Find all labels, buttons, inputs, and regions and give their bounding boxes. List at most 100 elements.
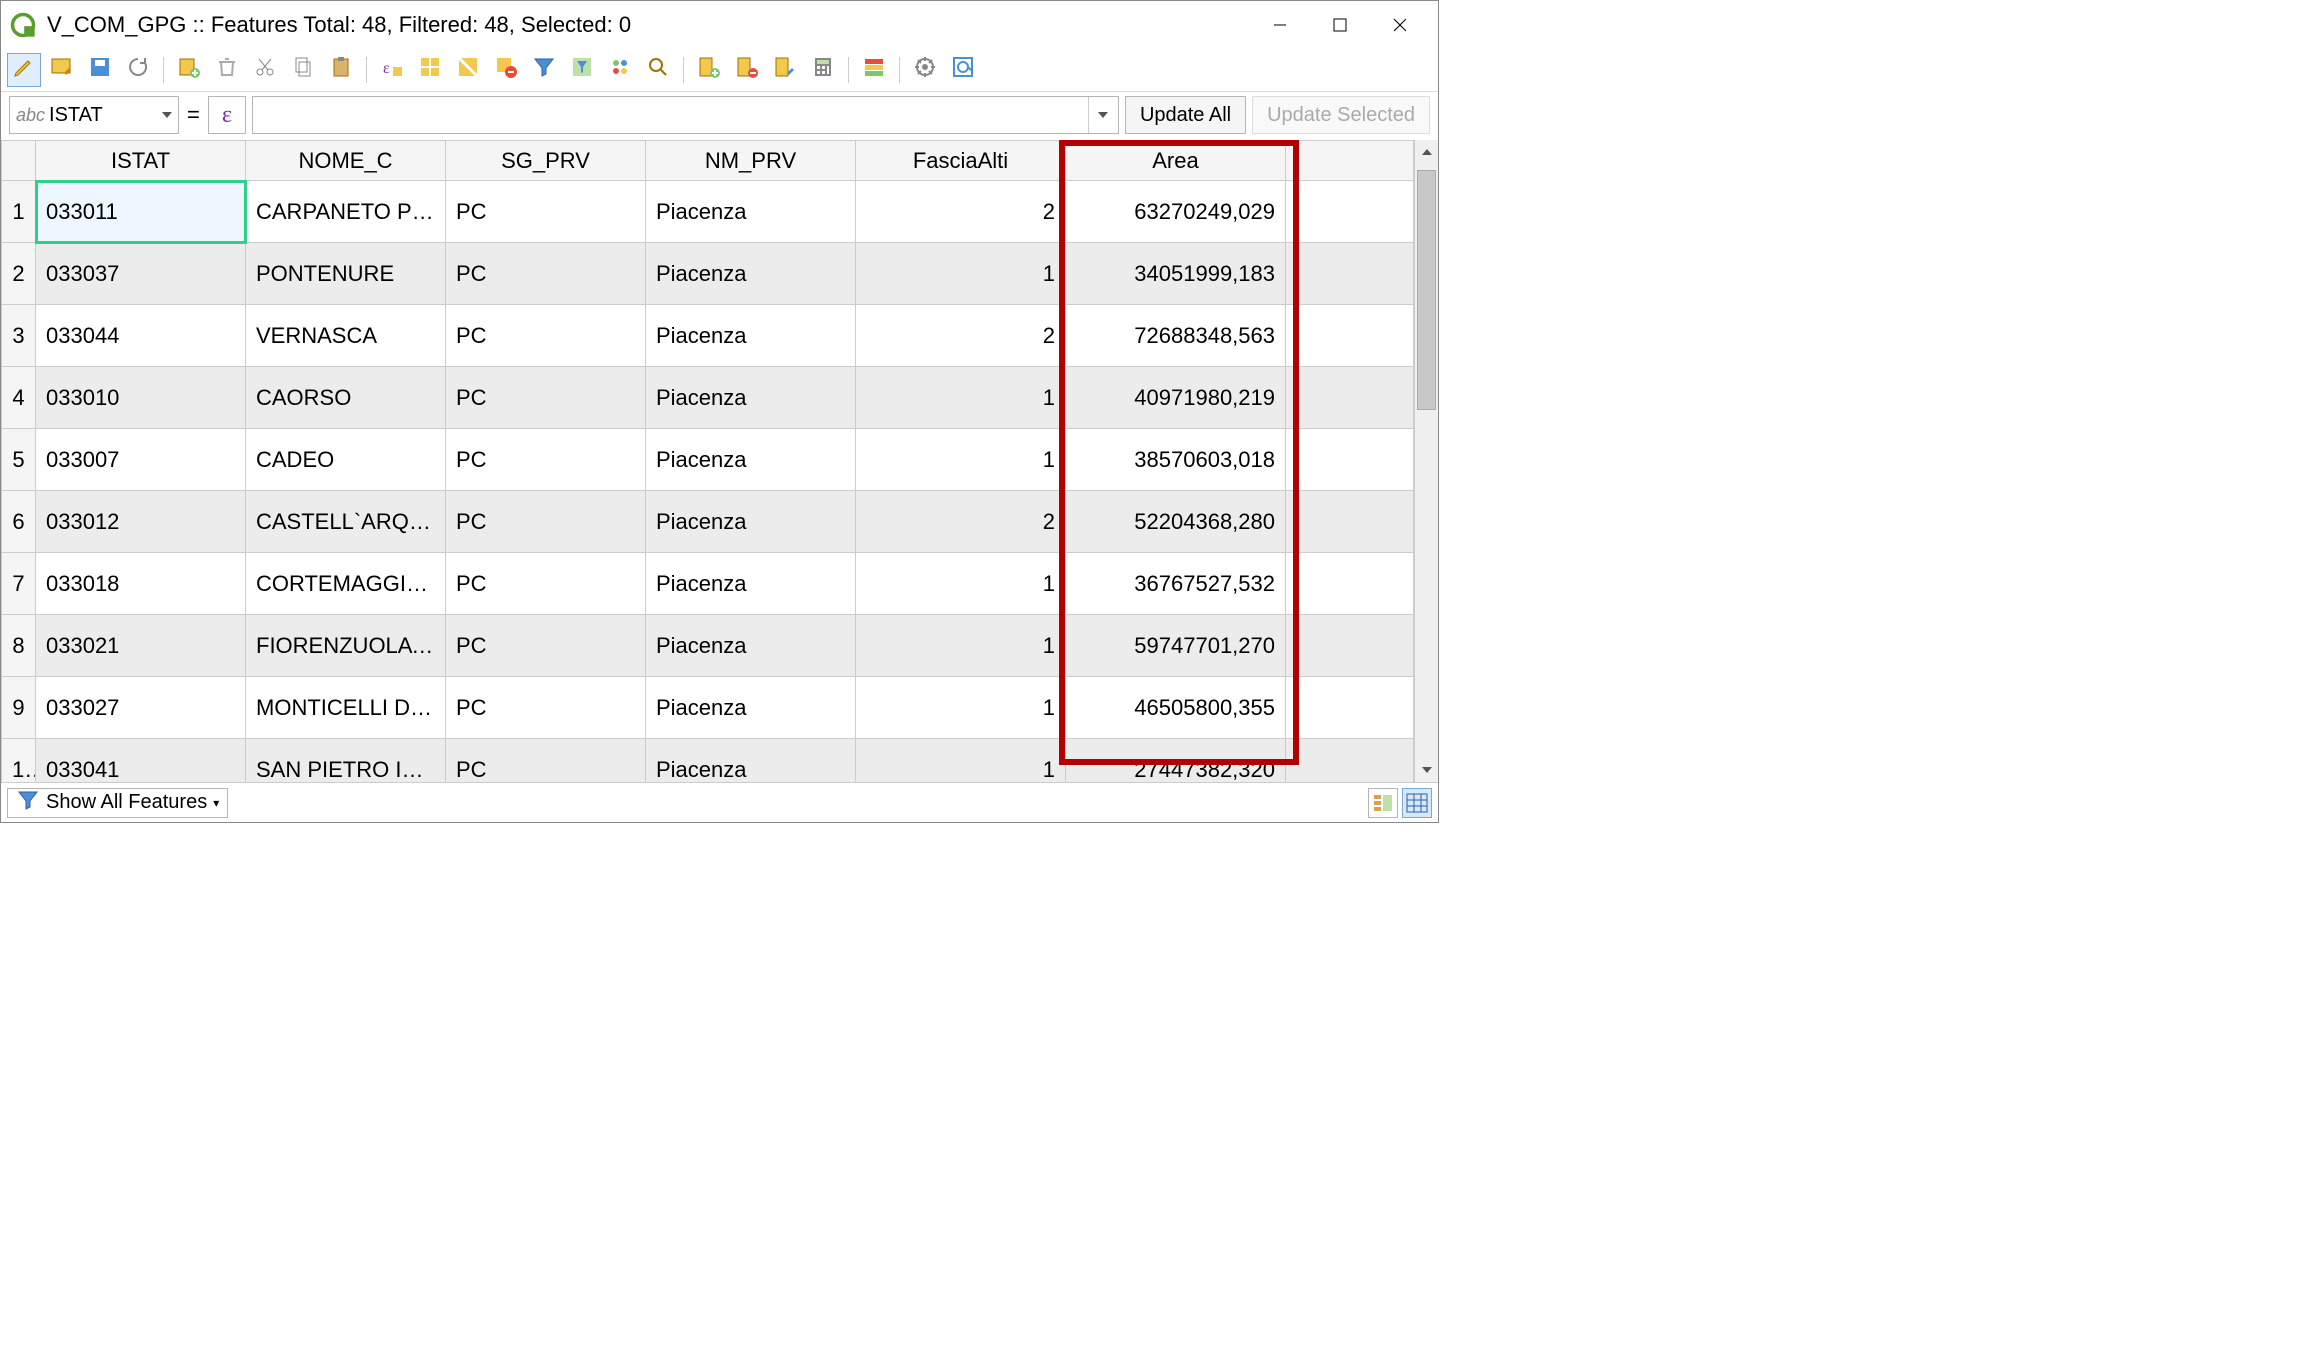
cell-fascia[interactable]: 2 (856, 491, 1066, 553)
cell-fascia[interactable]: 1 (856, 739, 1066, 783)
row-number-cell[interactable]: 10 (2, 739, 36, 783)
cell-fascia[interactable]: 1 (856, 553, 1066, 615)
table-row[interactable]: 4033010CAORSOPCPiacenza140971980,219 (2, 367, 1414, 429)
cell-sg-prv[interactable]: PC (446, 615, 646, 677)
cell-nm-prv[interactable]: Piacenza (646, 677, 856, 739)
cell-nome-c[interactable]: CORTEMAGGIO... (246, 553, 446, 615)
cell-fascia[interactable]: 1 (856, 677, 1066, 739)
row-number-cell[interactable]: 4 (2, 367, 36, 429)
new-feature-button[interactable] (172, 53, 206, 87)
cell-nome-c[interactable]: CAORSO (246, 367, 446, 429)
cell-sg-prv[interactable]: PC (446, 305, 646, 367)
scroll-up-button[interactable] (1415, 140, 1438, 164)
show-all-features-button[interactable]: Show All Features ▾ (7, 788, 228, 818)
cell-istat[interactable]: 033012 (36, 491, 246, 553)
cell-sg-prv[interactable]: PC (446, 491, 646, 553)
cell-nm-prv[interactable]: Piacenza (646, 305, 856, 367)
row-number-cell[interactable]: 2 (2, 243, 36, 305)
cell-sg-prv[interactable]: PC (446, 367, 646, 429)
table-row[interactable]: 8033021FIORENZUOLA ...PCPiacenza15974770… (2, 615, 1414, 677)
cell-sg-prv[interactable]: PC (446, 553, 646, 615)
row-number-cell[interactable]: 1 (2, 181, 36, 243)
invert-selection-button[interactable] (451, 53, 485, 87)
cell-fascia[interactable]: 1 (856, 615, 1066, 677)
cell-istat[interactable]: 033037 (36, 243, 246, 305)
save-edits-button[interactable] (83, 53, 117, 87)
vertical-scrollbar[interactable] (1414, 140, 1438, 782)
table-row[interactable]: 10033041SAN PIETRO IN ...PCPiacenza12744… (2, 739, 1414, 783)
cell-fascia[interactable]: 1 (856, 429, 1066, 491)
table-row[interactable]: 9033027MONTICELLI D`...PCPiacenza1465058… (2, 677, 1414, 739)
cell-area[interactable]: 59747701,270 (1066, 615, 1286, 677)
expression-select-button[interactable]: ε (375, 53, 409, 87)
row-number-cell[interactable]: 7 (2, 553, 36, 615)
table-row[interactable]: 3033044VERNASCAPCPiacenza272688348,563 (2, 305, 1414, 367)
cell-istat[interactable]: 033027 (36, 677, 246, 739)
cell-area[interactable]: 46505800,355 (1066, 677, 1286, 739)
column-header-istat[interactable]: ISTAT (36, 141, 246, 181)
expression-input[interactable] (253, 97, 1088, 133)
cell-area[interactable]: 40971980,219 (1066, 367, 1286, 429)
cell-nm-prv[interactable]: Piacenza (646, 553, 856, 615)
delete-button[interactable] (210, 53, 244, 87)
cell-sg-prv[interactable]: PC (446, 677, 646, 739)
field-calc-button[interactable] (806, 53, 840, 87)
table-view-button[interactable] (1402, 788, 1432, 818)
row-number-cell[interactable]: 6 (2, 491, 36, 553)
paste-button[interactable] (324, 53, 358, 87)
cell-nome-c[interactable]: PONTENURE (246, 243, 446, 305)
table-row[interactable]: 7033018CORTEMAGGIO...PCPiacenza136767527… (2, 553, 1414, 615)
update-all-button[interactable]: Update All (1125, 96, 1246, 134)
copy-button[interactable] (286, 53, 320, 87)
cell-area[interactable]: 38570603,018 (1066, 429, 1286, 491)
maximize-button[interactable] (1310, 5, 1370, 45)
refresh-button[interactable] (121, 53, 155, 87)
column-header-nome-c[interactable]: NOME_C (246, 141, 446, 181)
table-row[interactable]: 5033007CADEOPCPiacenza138570603,018 (2, 429, 1414, 491)
deselect-button[interactable] (489, 53, 523, 87)
cell-nome-c[interactable]: SAN PIETRO IN ... (246, 739, 446, 783)
cell-nome-c[interactable]: VERNASCA (246, 305, 446, 367)
cell-nm-prv[interactable]: Piacenza (646, 491, 856, 553)
cell-nm-prv[interactable]: Piacenza (646, 615, 856, 677)
cell-istat[interactable]: 033018 (36, 553, 246, 615)
cell-fascia[interactable]: 1 (856, 367, 1066, 429)
table-row[interactable]: 6033012CASTELL`ARQU...PCPiacenza25220436… (2, 491, 1414, 553)
cell-nome-c[interactable]: CASTELL`ARQU... (246, 491, 446, 553)
conditional-format-button[interactable] (857, 53, 891, 87)
cell-nm-prv[interactable]: Piacenza (646, 429, 856, 491)
cell-istat[interactable]: 033010 (36, 367, 246, 429)
new-field-button[interactable] (692, 53, 726, 87)
cell-area[interactable]: 34051999,183 (1066, 243, 1286, 305)
cell-sg-prv[interactable]: PC (446, 243, 646, 305)
pencil-button[interactable] (7, 53, 41, 87)
zoom-selection-button[interactable] (641, 53, 675, 87)
cell-fascia[interactable]: 1 (856, 243, 1066, 305)
cell-nome-c[interactable]: CARPANETO PI... (246, 181, 446, 243)
move-selection-button[interactable] (603, 53, 637, 87)
close-button[interactable] (1370, 5, 1430, 45)
cell-nm-prv[interactable]: Piacenza (646, 739, 856, 783)
column-header-sg-prv[interactable]: SG_PRV (446, 141, 646, 181)
cell-nome-c[interactable]: CADEO (246, 429, 446, 491)
cell-sg-prv[interactable]: PC (446, 181, 646, 243)
cell-nome-c[interactable]: MONTICELLI D`... (246, 677, 446, 739)
column-header-area[interactable]: Area (1066, 141, 1286, 181)
cell-area[interactable]: 63270249,029 (1066, 181, 1286, 243)
select-all-button[interactable] (413, 53, 447, 87)
expression-history-dropdown[interactable] (1088, 97, 1118, 133)
cell-fascia[interactable]: 2 (856, 305, 1066, 367)
cell-nm-prv[interactable]: Piacenza (646, 367, 856, 429)
cell-area[interactable]: 27447382,320 (1066, 739, 1286, 783)
actions-button[interactable] (908, 53, 942, 87)
cell-istat[interactable]: 033007 (36, 429, 246, 491)
expression-dialog-button[interactable]: ε (208, 96, 246, 134)
scroll-down-button[interactable] (1415, 758, 1438, 782)
cell-nm-prv[interactable]: Piacenza (646, 243, 856, 305)
row-number-cell[interactable]: 5 (2, 429, 36, 491)
column-header-fascia[interactable]: FasciaAlti (856, 141, 1066, 181)
field-selector[interactable]: abc ISTAT (9, 96, 179, 134)
cell-istat[interactable]: 033011 (36, 181, 246, 243)
cell-istat[interactable]: 033041 (36, 739, 246, 783)
cell-area[interactable]: 52204368,280 (1066, 491, 1286, 553)
